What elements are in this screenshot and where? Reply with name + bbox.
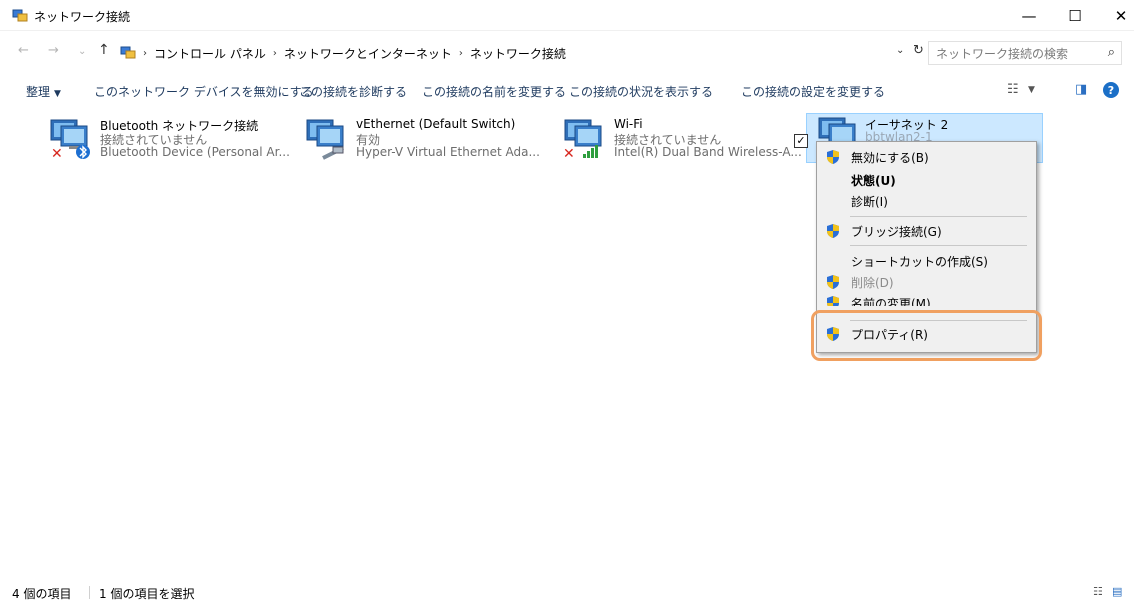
adapter-vethernet[interactable]: vEthernet (Default Switch) 有効 Hyper-V Vi…	[303, 115, 548, 161]
menu-item-label: 削除(D)	[851, 275, 894, 290]
change-view-icon[interactable]: ☷	[1007, 82, 1019, 97]
adapter-wifi[interactable]: ✕ Wi-Fi 接続されていません Intel(R) Dual Band Wir…	[561, 115, 806, 161]
svg-text:✕: ✕	[563, 146, 575, 160]
close-button[interactable]: ✕	[1098, 0, 1134, 31]
status-bar: 4 個の項目 1 個の項目を選択 ☷ ▤	[0, 583, 1134, 601]
breadcrumb-control-panel[interactable]: コントロール パネル	[154, 45, 266, 62]
search-input[interactable]: ネットワーク接続の検索 ⌕	[928, 41, 1122, 65]
back-button[interactable]: ←	[18, 43, 29, 58]
organize-menu[interactable]: 整理 ▼	[26, 83, 61, 100]
menu-item-label: ショートカットの作成(S)	[851, 254, 988, 269]
details-view-icon[interactable]: ☷	[1093, 585, 1103, 598]
menu-item-bridge[interactable]: ブリッジ接続(G)	[817, 220, 1036, 242]
menu-item-label: 無効にする(B)	[851, 150, 929, 165]
item-count: 4 個の項目	[12, 587, 72, 601]
menu-item-disable[interactable]: 無効にする(B)	[817, 146, 1036, 168]
network-adapter-icon: ✕	[563, 119, 602, 160]
menu-item-label: ブリッジ接続(G)	[851, 224, 942, 239]
adapter-device: Bluetooth Device (Personal Ar...	[100, 145, 290, 159]
search-placeholder: ネットワーク接続の検索	[936, 46, 1069, 61]
recent-locations-button[interactable]: ⌄	[78, 46, 86, 57]
uac-shield-icon	[827, 296, 839, 306]
help-icon[interactable]: ?	[1103, 82, 1119, 98]
forward-button[interactable]: →	[48, 43, 59, 58]
tiles-view-icon[interactable]: ▤	[1112, 585, 1122, 598]
preview-pane-icon[interactable]: ◨	[1075, 82, 1087, 97]
chevron-down-icon: ▼	[54, 89, 61, 99]
window-title: ネットワーク接続	[34, 10, 131, 24]
menu-separator	[850, 245, 1027, 246]
uac-shield-icon	[827, 224, 839, 238]
svg-text:✕: ✕	[51, 146, 63, 160]
breadcrumb-separator[interactable]: ›	[273, 48, 277, 59]
properties-highlight-frame	[811, 310, 1042, 361]
adapter-device: Intel(R) Dual Band Wireless-A...	[614, 145, 802, 159]
menu-item-diagnose[interactable]: 診断(I)	[817, 190, 1036, 212]
status-divider	[89, 586, 90, 599]
maximize-icon: ☐	[1068, 6, 1082, 25]
adapter-name: Wi-Fi	[614, 117, 643, 131]
network-connections-app-icon	[12, 9, 28, 22]
view-status-button[interactable]: この接続の状況を表示する	[569, 83, 713, 100]
minimize-button[interactable]: —	[1006, 0, 1052, 31]
breadcrumb-network-internet[interactable]: ネットワークとインターネット	[284, 45, 452, 62]
menu-item-delete: 削除(D)	[817, 271, 1036, 293]
menu-item-label: 状態(U)	[851, 173, 896, 188]
menu-item-create-shortcut[interactable]: ショートカットの作成(S)	[817, 250, 1036, 272]
up-button[interactable]: ↑	[98, 42, 110, 58]
maximize-button[interactable]: ☐	[1052, 0, 1098, 31]
change-settings-button[interactable]: この接続の設定を変更する	[741, 83, 885, 100]
uac-shield-icon	[827, 150, 839, 164]
adapter-bluetooth[interactable]: ✕ Bluetooth ネットワーク接続 接続されていません Bluetooth…	[47, 115, 292, 161]
network-adapter-icon: ✕	[50, 119, 90, 160]
close-icon: ✕	[1114, 6, 1128, 25]
adapter-device: Hyper-V Virtual Ethernet Ada...	[356, 145, 540, 159]
selected-count: 1 個の項目を選択	[99, 587, 195, 601]
breadcrumb-separator[interactable]: ›	[459, 48, 463, 59]
menu-separator	[850, 216, 1027, 217]
minimize-icon: —	[1021, 6, 1037, 25]
rename-connection-button[interactable]: この接続の名前を変更する	[422, 83, 566, 100]
refresh-icon[interactable]: ↻	[913, 43, 924, 58]
address-dropdown-icon[interactable]: ⌄	[896, 45, 904, 56]
organize-label: 整理	[26, 85, 51, 99]
breadcrumb-network-connections[interactable]: ネットワーク接続	[470, 45, 566, 62]
menu-item-label: 診断(I)	[851, 194, 888, 209]
network-adapter-icon	[306, 119, 344, 160]
address-row: ← → ⌄ ↑ › コントロール パネル › ネットワークとインターネット › …	[0, 41, 1134, 65]
uac-shield-icon	[827, 275, 839, 289]
selection-checkbox[interactable]: ✓	[794, 134, 808, 148]
search-icon[interactable]: ⌕	[1108, 45, 1115, 60]
menu-item-status[interactable]: 状態(U)	[817, 169, 1036, 191]
control-panel-icon	[120, 46, 136, 59]
title-bar: ネットワーク接続 — ☐ ✕	[0, 0, 1134, 31]
view-options-chevron-icon[interactable]: ▼	[1028, 85, 1035, 95]
menu-item-label: 名前の変更(M)	[851, 297, 931, 306]
breadcrumb-separator: ›	[143, 47, 147, 59]
disable-device-button[interactable]: このネットワーク デバイスを無効にする	[94, 83, 314, 100]
adapter-name: vEthernet (Default Switch)	[356, 117, 516, 131]
address-bar[interactable]: › コントロール パネル › ネットワークとインターネット › ネットワーク接続	[116, 41, 918, 65]
menu-item-rename[interactable]: 名前の変更(M)	[817, 292, 1036, 306]
command-bar: 整理 ▼ このネットワーク デバイスを無効にする この接続を診断する この接続の名…	[0, 78, 1134, 104]
diagnose-connection-button[interactable]: この接続を診断する	[299, 83, 407, 100]
